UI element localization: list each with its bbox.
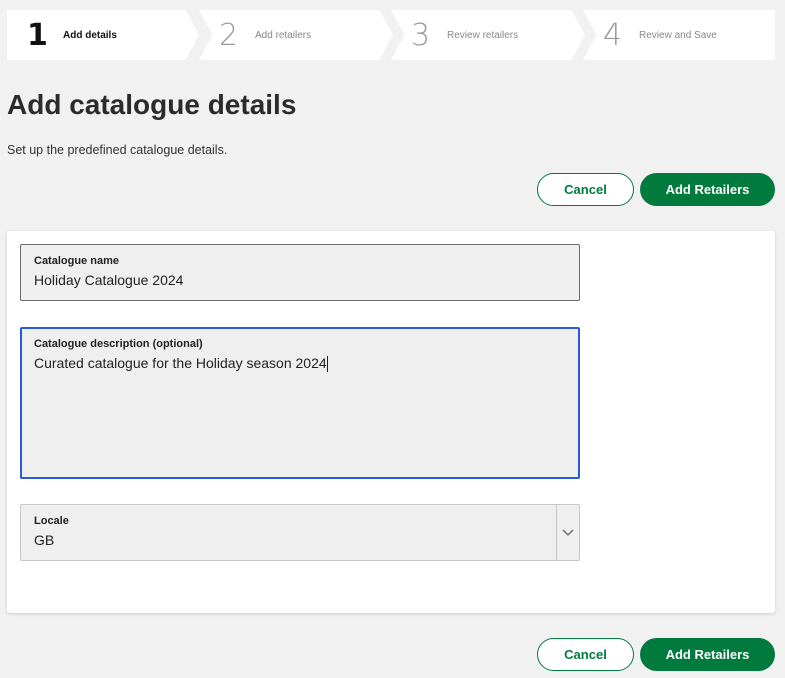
step-add-retailers[interactable]: 2 Add retailers xyxy=(199,10,393,60)
add-retailers-button[interactable]: Add Retailers xyxy=(640,173,775,206)
catalogue-name-input[interactable]: Holiday Catalogue 2024 xyxy=(34,272,566,288)
step-review-and-save[interactable]: 4 Review and Save xyxy=(583,10,775,60)
chevron-down-icon[interactable] xyxy=(556,505,579,560)
stepper: 1 Add details 2 Add retailers 3 Review reta… xyxy=(7,10,775,60)
field-label: Catalogue name xyxy=(34,255,119,267)
step-number: 1 xyxy=(27,17,48,53)
add-retailers-button-bottom[interactable]: Add Retailers xyxy=(640,638,775,671)
locale-value: GB xyxy=(34,532,55,548)
step-number: 3 xyxy=(411,17,431,53)
step-number: 4 xyxy=(603,17,623,53)
step-number: 2 xyxy=(219,17,239,53)
cancel-button-bottom[interactable]: Cancel xyxy=(537,638,634,671)
step-review-retailers[interactable]: 3 Review retailers xyxy=(391,10,585,60)
locale-select[interactable]: Locale GB xyxy=(20,504,580,561)
page-title: Add catalogue details xyxy=(7,89,297,120)
step-label: Add details xyxy=(63,29,117,41)
step-add-details[interactable]: 1 Add details xyxy=(7,10,199,60)
text-caret xyxy=(326,356,328,373)
cancel-button[interactable]: Cancel xyxy=(537,173,634,206)
step-label: Review retailers xyxy=(447,29,519,41)
description-text: Curated catalogue for the Holiday season… xyxy=(34,355,327,371)
catalogue-name-field[interactable]: Catalogue name Holiday Catalogue 2024 xyxy=(20,244,580,301)
step-label: Review and Save xyxy=(639,29,717,41)
field-label: Locale xyxy=(34,515,69,527)
catalogue-description-textarea[interactable]: Curated catalogue for the Holiday season… xyxy=(34,355,566,373)
catalogue-description-field[interactable]: Catalogue description (optional) Curated… xyxy=(20,327,580,479)
page-subtitle: Set up the predefined catalogue details. xyxy=(7,143,228,157)
step-label: Add retailers xyxy=(255,29,312,41)
catalogue-form-card: Catalogue name Holiday Catalogue 2024 Ca… xyxy=(7,231,775,613)
field-label: Catalogue description (optional) xyxy=(34,338,203,350)
